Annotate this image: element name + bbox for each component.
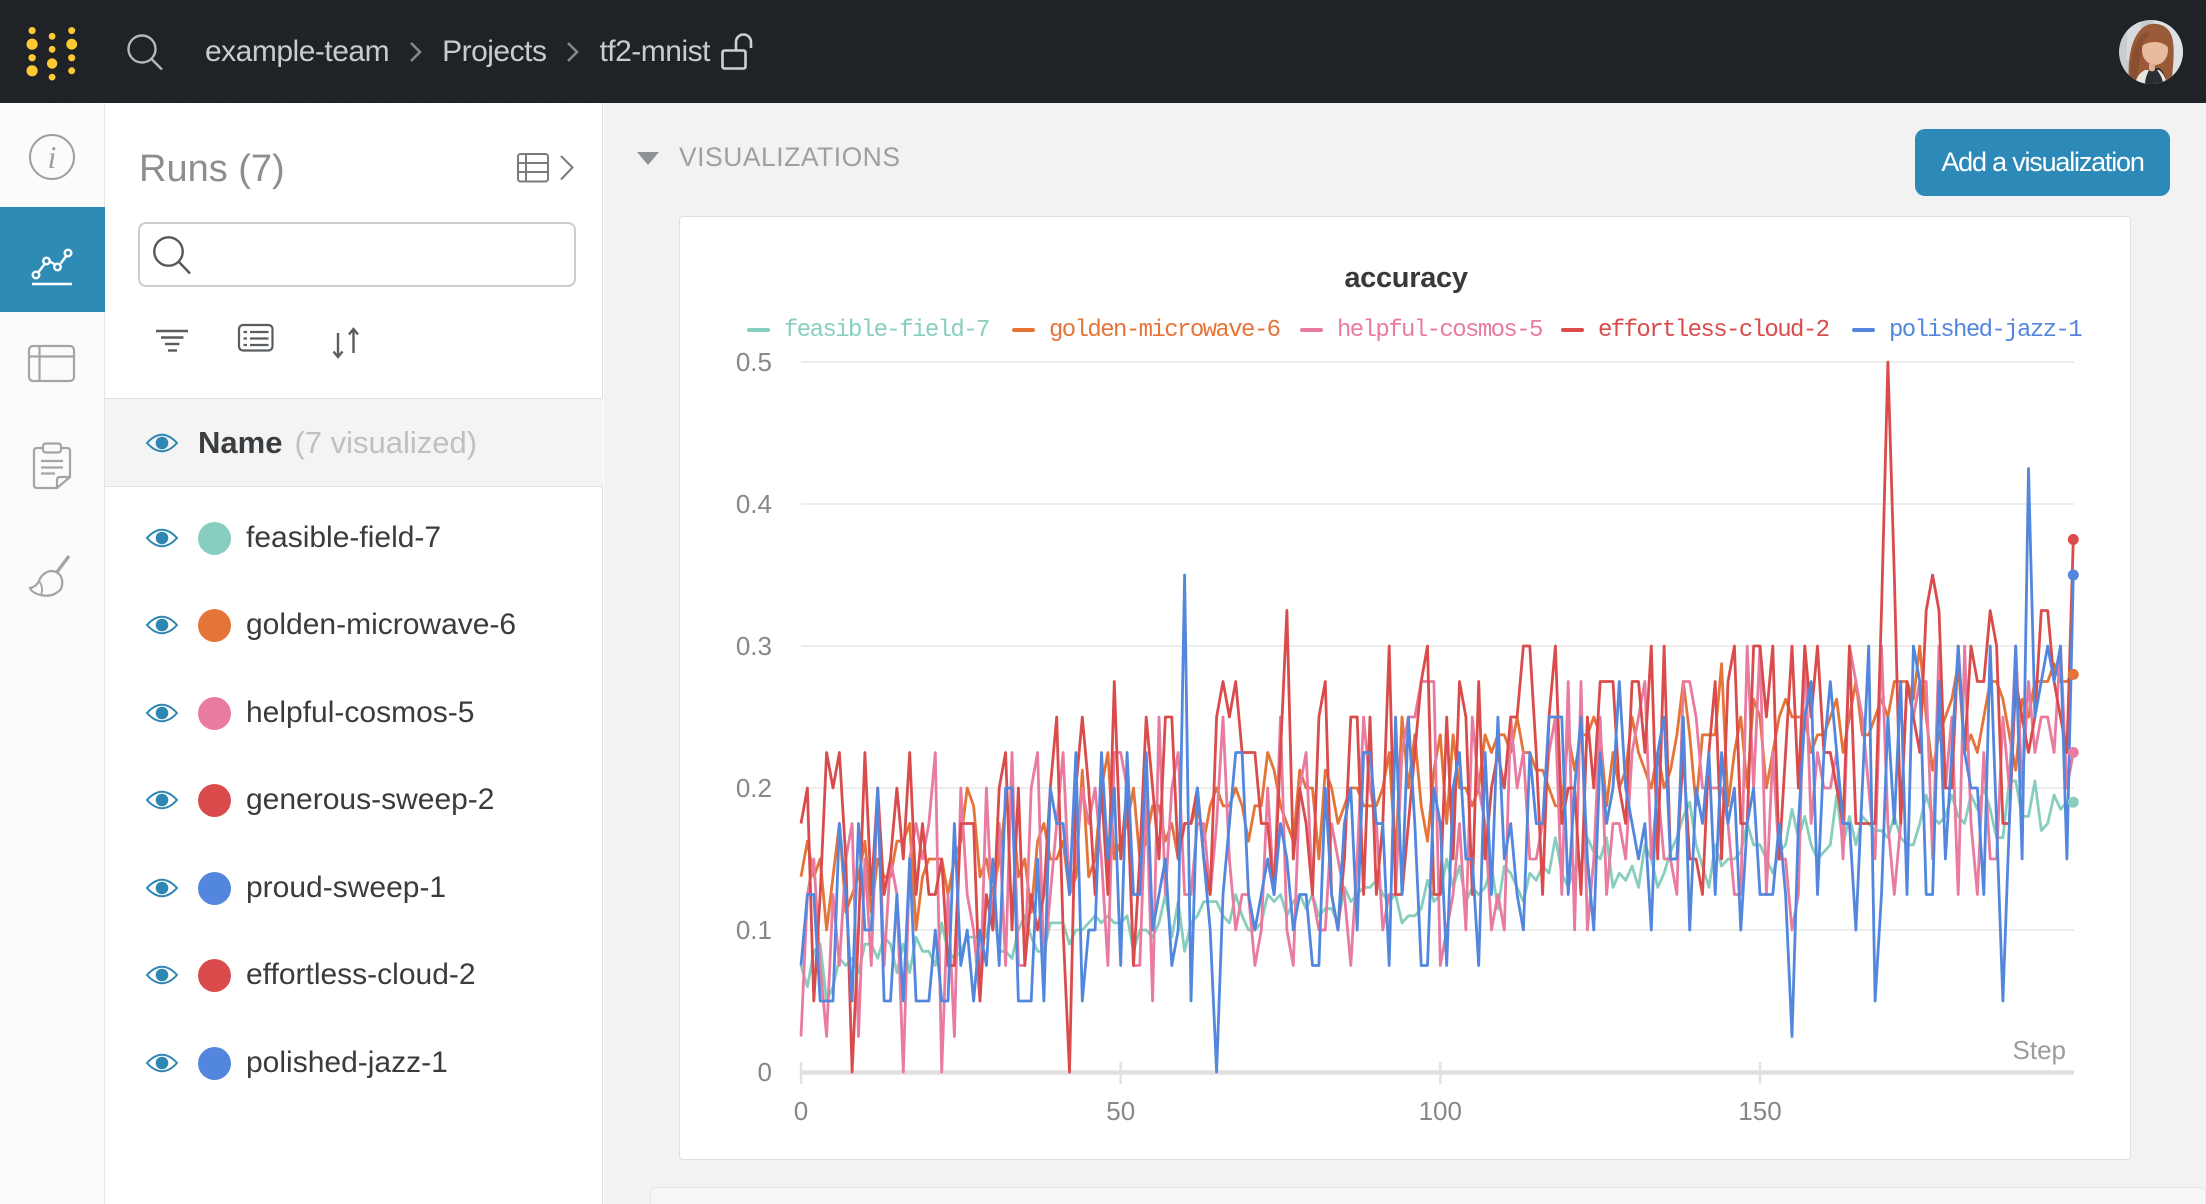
svg-text:0.1: 0.1	[736, 915, 772, 945]
svg-text:0.3: 0.3	[736, 631, 772, 661]
svg-text:i: i	[48, 139, 57, 175]
svg-text:0.5: 0.5	[736, 347, 772, 377]
svg-text:50: 50	[1106, 1096, 1135, 1126]
svg-text:Step: Step	[2013, 1035, 2067, 1065]
svg-text:0.4: 0.4	[736, 489, 772, 519]
svg-text:0: 0	[758, 1057, 772, 1087]
svg-text:150: 150	[1738, 1096, 1781, 1126]
svg-text:100: 100	[1419, 1096, 1462, 1126]
svg-text:0: 0	[794, 1096, 808, 1126]
svg-text:0.2: 0.2	[736, 773, 772, 803]
